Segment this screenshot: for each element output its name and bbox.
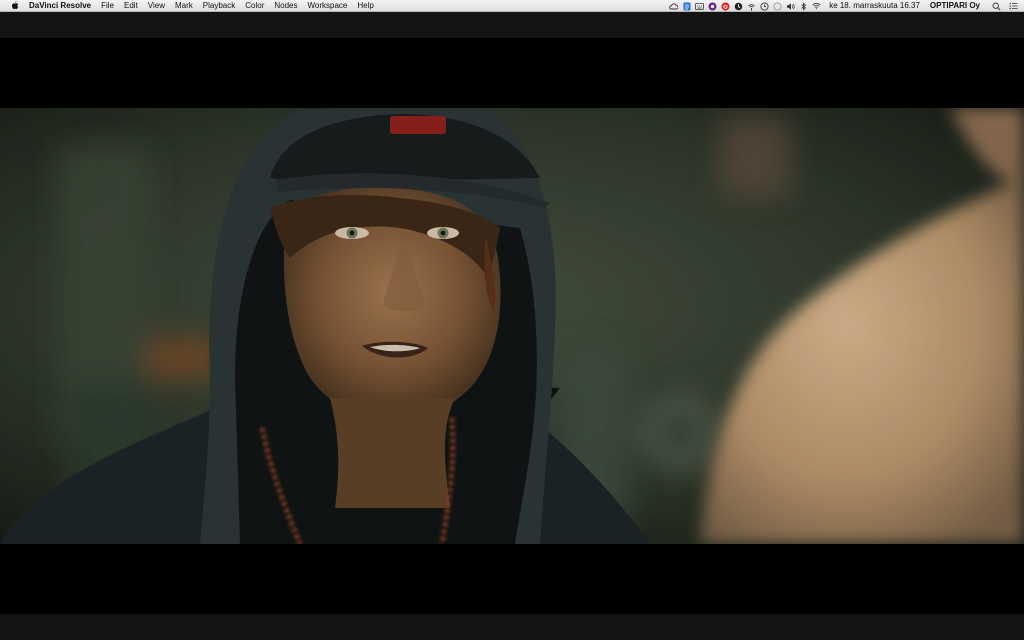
menu-left: DaVinci Resolve File Edit View Mark Play… [0, 0, 379, 12]
menu-workspace[interactable]: Workspace [303, 0, 353, 12]
menu-view[interactable]: View [143, 0, 170, 12]
viewer-bottom-strip [0, 614, 1024, 640]
apple-icon[interactable] [10, 0, 19, 12]
video-viewer[interactable]: ​ [0, 38, 1024, 614]
spotlight-search-icon[interactable] [992, 2, 1001, 11]
cloud-icon[interactable] [669, 2, 679, 11]
clock-icon[interactable] [734, 2, 743, 11]
viewer-top-strip [0, 12, 1024, 38]
keyboard-icon[interactable] [695, 2, 705, 11]
volume-icon[interactable] [786, 2, 795, 11]
vodafone-icon[interactable] [721, 2, 730, 11]
menu-file[interactable]: File [96, 0, 119, 12]
broadcast-icon[interactable] [747, 2, 756, 11]
menubar-clock[interactable]: ke 18. marraskuuta 16.37 [829, 0, 920, 12]
notification-center-icon[interactable] [1009, 2, 1018, 11]
frame-image: ​ [0, 108, 1024, 544]
menu-mark[interactable]: Mark [170, 0, 198, 12]
menu-bar: DaVinci Resolve File Edit View Mark Play… [0, 0, 1024, 12]
menu-nodes[interactable]: Nodes [269, 0, 302, 12]
menubar-user[interactable]: OPTIPARI Oy [930, 0, 980, 12]
bluetooth-icon[interactable] [799, 1, 808, 11]
app-menu[interactable]: DaVinci Resolve [29, 0, 96, 12]
video-frame: ​ [0, 108, 1024, 544]
empty-circle-icon[interactable] [773, 1, 782, 11]
status-tray: ke 18. marraskuuta 16.37 OPTIPARI Oy [669, 0, 1018, 12]
circle-icon[interactable] [708, 2, 717, 11]
menu-help[interactable]: Help [352, 0, 378, 12]
menu-playback[interactable]: Playback [198, 0, 240, 12]
wifi-icon[interactable] [812, 2, 821, 11]
menu-edit[interactable]: Edit [119, 0, 143, 12]
dropbox-icon[interactable] [682, 2, 691, 11]
menu-color[interactable]: Color [240, 0, 269, 12]
time-machine-icon[interactable] [760, 1, 769, 11]
